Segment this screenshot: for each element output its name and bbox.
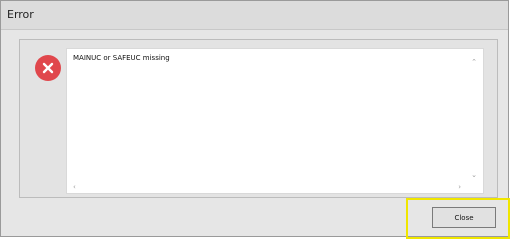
chevron-left-icon[interactable]: ‹ <box>73 184 76 191</box>
chevron-up-icon[interactable]: ⌃ <box>471 59 477 66</box>
close-button-label: Close <box>454 213 474 222</box>
message-textbox[interactable]: MAINUC or SAFEUC missing ⌃ ⌄ ‹ › <box>66 48 484 194</box>
chevron-right-icon[interactable]: › <box>458 184 461 191</box>
title-bar: Error <box>1 1 508 30</box>
close-x-glyph <box>42 62 54 74</box>
chevron-down-icon[interactable]: ⌄ <box>471 172 477 179</box>
message-text: MAINUC or SAFEUC missing <box>73 54 170 62</box>
window-title: Error <box>7 8 34 21</box>
close-button[interactable]: Close <box>432 207 496 228</box>
error-icon <box>35 55 61 81</box>
